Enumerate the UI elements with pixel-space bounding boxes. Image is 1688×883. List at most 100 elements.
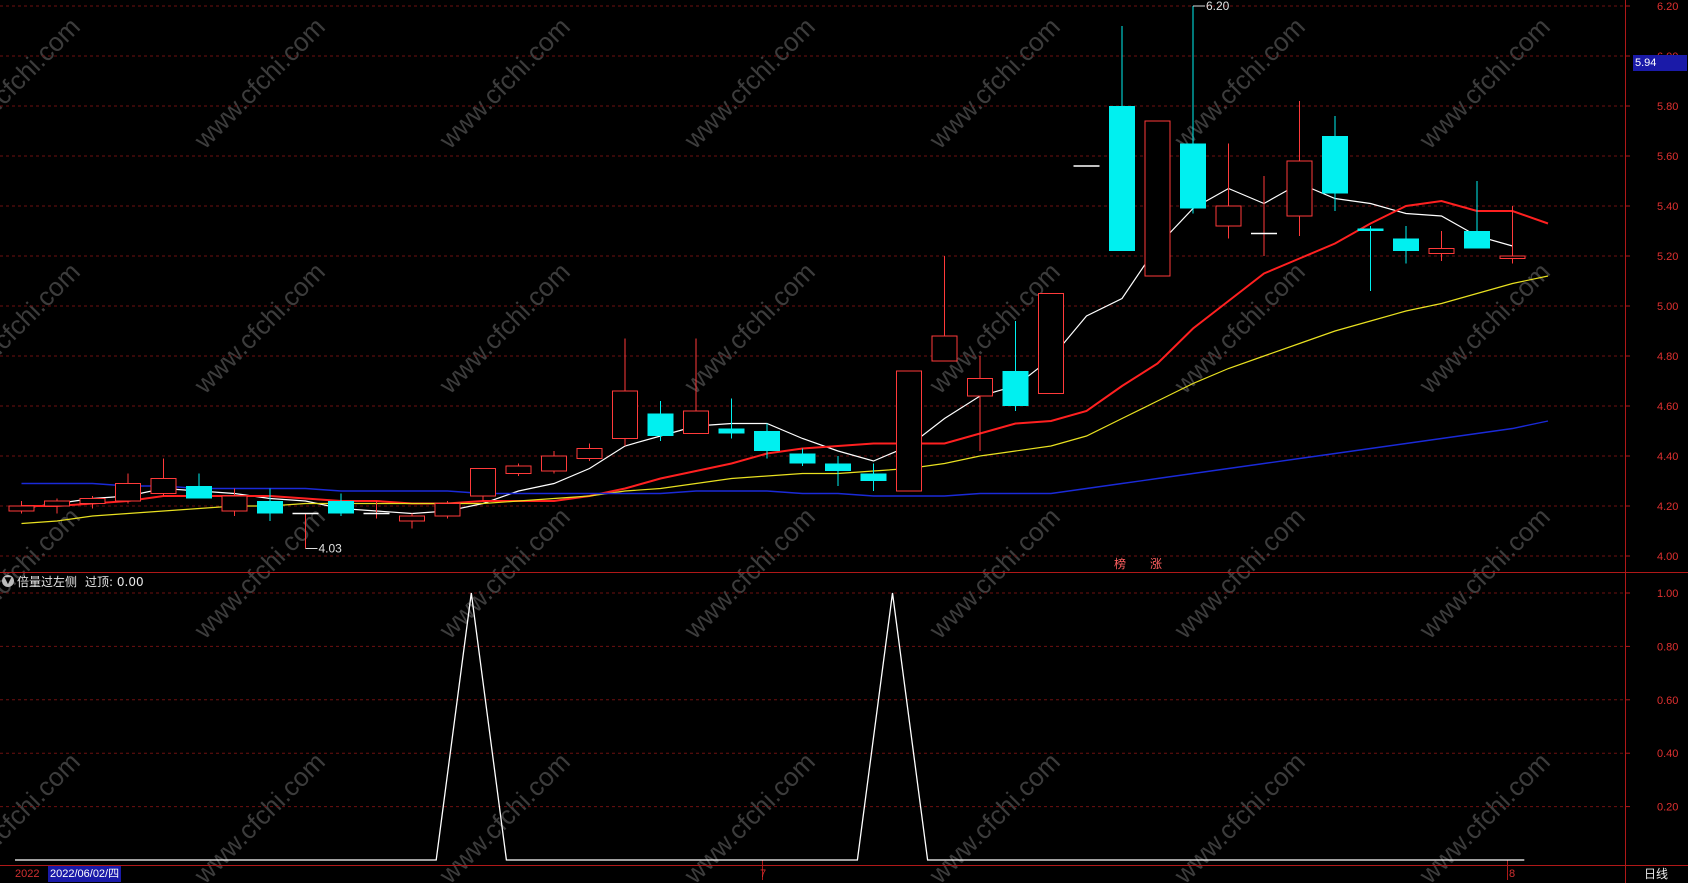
candle [647,401,674,441]
candle-body [1180,143,1206,209]
candle-body [79,498,106,504]
candle [8,501,35,514]
y-tick-label: 4.80 [1657,351,1678,363]
candle-body [860,473,887,481]
candle-body [541,455,567,472]
watermark-text: www.cfchi.com [0,11,86,154]
candle-body [612,390,638,439]
candle-body [1002,371,1029,406]
watermark-text: www.cfchi.com [677,746,820,883]
chevron-down-icon[interactable]: ▼ [2,575,14,587]
candle [718,398,745,439]
ma-line [21,420,1549,497]
candle-body [1144,120,1171,277]
candle [1357,226,1384,291]
candle-body [8,505,35,512]
date-axis-start: 2022 [15,868,40,880]
candle [399,513,425,529]
candle-body [576,448,603,459]
candle-body [1286,160,1313,217]
candle [931,256,958,362]
date-axis-month-end: 8 [1509,868,1516,880]
watermark-text: www.cfchi.com [1412,256,1555,399]
candle [541,451,567,474]
y-axis-labels: 4.00 4.20 4.40 4.60 4.80 5.00 5.20 5.40 5.60 5.80… [1625,1,1678,814]
candle-body [825,463,851,471]
watermark-text: www.cfchi.com [432,746,575,883]
watermark-text: www.cfchi.com [432,501,575,644]
candle [860,463,887,491]
candle-body [896,370,922,492]
candle-body [434,503,461,517]
watermark-text: www.cfchi.com [432,11,575,154]
watermark-text: www.cfchi.com [187,501,330,644]
current-price-tag: 5.94 [1633,55,1687,71]
candle-body [683,410,709,434]
watermark-text: www.cfchi.com [1167,501,1310,644]
candle [789,448,816,466]
stock-chart[interactable]: www.cfchi.com www.cfchi.com www.cfchi.com w… [0,0,1688,883]
candle-body [328,501,354,514]
watermark-text: www.cfchi.com [922,746,1065,883]
candle [896,370,922,492]
watermark-text: www.cfchi.com [1412,501,1555,644]
candle-body [1357,228,1384,231]
y-tick-label: 0.80 [1657,641,1678,653]
watermark-text: www.cfchi.com [1167,746,1310,883]
candle [1144,120,1171,277]
y-tick-label: 5.00 [1657,301,1678,313]
candle-body [1038,293,1064,394]
candle-body [647,413,674,436]
candle [1251,176,1277,256]
candle [825,456,851,486]
candle-body [470,468,496,497]
candle [115,473,141,504]
candle [1215,143,1242,239]
candle-body [115,483,141,502]
candle-body [718,428,745,434]
y-tick-label: 5.60 [1657,151,1678,163]
y-tick-label: 4.00 [1657,551,1678,563]
period-selector[interactable]: 日线 [1644,866,1668,882]
candle-body [399,515,425,522]
candle [1109,26,1135,251]
watermark-text: www.cfchi.com [922,501,1065,644]
candle [1393,226,1419,264]
y-tick-label: 5.20 [1657,251,1678,263]
y-tick-label: 5.40 [1657,201,1678,213]
y-tick-label: 0.40 [1657,748,1678,760]
candle [186,473,212,499]
y-tick-label: 4.40 [1657,451,1678,463]
candle [505,463,532,476]
watermark-text: www.cfchi.com [0,746,86,883]
candle [328,493,354,516]
indicator-name[interactable]: 倍量过左侧 [17,573,77,590]
watermark-text: www.cfchi.com [922,11,1065,154]
candle-body [186,486,212,499]
y-tick-label: 5.80 [1657,101,1678,113]
candle-body [1464,231,1490,249]
candle [612,338,638,446]
candle-body [1215,205,1242,227]
event-markers: 榜涨 [1114,556,1162,571]
candle-body [967,378,993,397]
candle-body [505,465,532,474]
candle [470,468,496,501]
candle-body [257,501,283,514]
y-tick-label: 4.60 [1657,401,1678,413]
price-annotation: 4.03 [319,542,343,556]
candle [1322,116,1348,211]
date-axis-month: 7 [760,868,767,880]
y-tick-label: 0.60 [1657,695,1678,707]
watermark-text: www.cfchi.com [1167,256,1310,399]
indicator-header: ▼ 倍量过左侧 过顶: 0.00 [2,573,144,589]
watermark-text: www.cfchi.com [187,256,330,399]
watermark-text: www.cfchi.com [677,501,820,644]
watermark-text: www.cfchi.com [0,256,86,399]
candle-body [1428,248,1455,254]
candle-body [221,495,248,512]
candle-body [150,478,177,494]
watermark-text: www.cfchi.com [1167,11,1310,154]
candle [576,443,603,461]
watermark-text: www.cfchi.com [187,11,330,154]
